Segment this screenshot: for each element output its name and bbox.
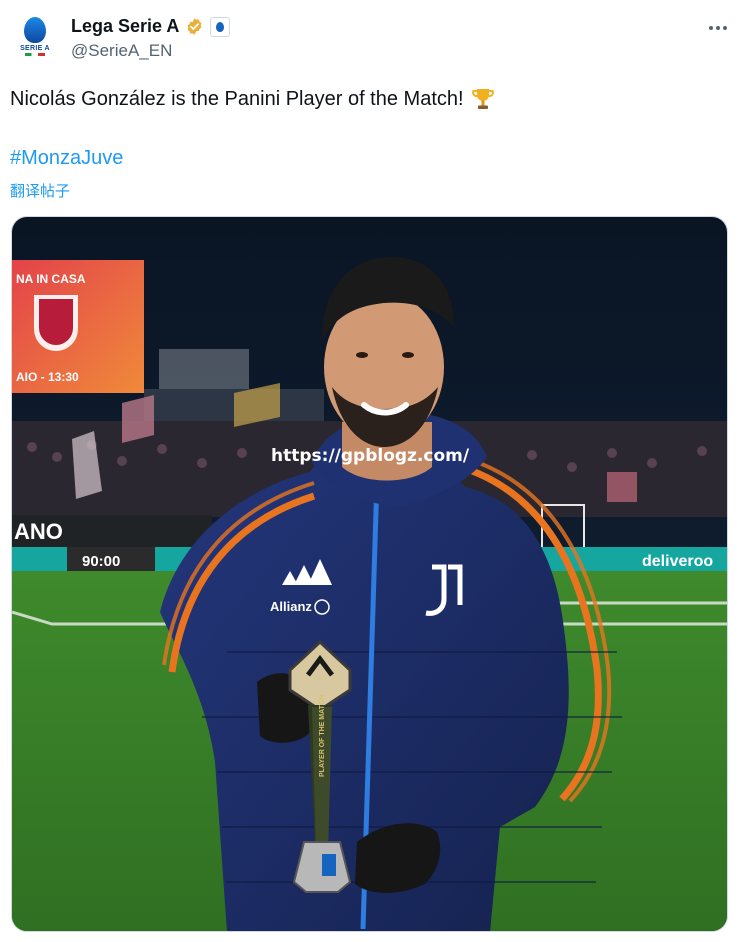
italian-flag-stripe	[25, 52, 45, 56]
scoreboard-line2: AIO - 13:30	[16, 370, 79, 384]
more-options-icon[interactable]	[706, 18, 730, 38]
serie-a-logo-icon	[24, 16, 46, 43]
player-photo-illustration: NA IN CASA AIO - 13:30 ANO 90:00 deliver…	[12, 217, 727, 931]
jacket-sponsor-text: Allianz	[270, 599, 312, 614]
tweet-card: SERIE A Lega Serie A @SerieA_EN Nicolás …	[0, 0, 750, 942]
avatar-logo-text: SERIE A	[20, 44, 50, 52]
tweet-text: Nicolás González is the Panini Player of…	[10, 87, 464, 110]
ad-board-right: deliveroo	[642, 553, 713, 570]
scoreboard-line1: NA IN CASA	[16, 272, 86, 286]
tweet-body: Nicolás González is the Panini Player of…	[10, 86, 496, 112]
tweet-photo[interactable]: NA IN CASA AIO - 13:30 ANO 90:00 deliver…	[11, 216, 728, 932]
tweet-header: SERIE A Lega Serie A @SerieA_EN	[10, 8, 740, 68]
verified-badge-icon[interactable]	[185, 17, 204, 36]
watermark-text: https://gpblogz.com/	[271, 446, 470, 466]
name-row: Lega Serie A	[71, 16, 231, 37]
translate-post-link[interactable]: 翻译帖子	[10, 180, 70, 201]
display-name[interactable]: Lega Serie A	[71, 16, 179, 37]
trophy-emoji-icon	[471, 89, 494, 109]
serie-a-affiliate-icon[interactable]	[210, 16, 231, 37]
trophy-inscription: PLAYER OF THE MATCH	[319, 695, 326, 777]
ad-board-left: ANO	[14, 519, 63, 544]
ad-board-clock: 90:00	[82, 553, 120, 570]
avatar[interactable]: SERIE A	[10, 8, 60, 64]
user-handle[interactable]: @SerieA_EN	[71, 41, 172, 61]
hashtag-link[interactable]: #MonzaJuve	[10, 147, 123, 170]
